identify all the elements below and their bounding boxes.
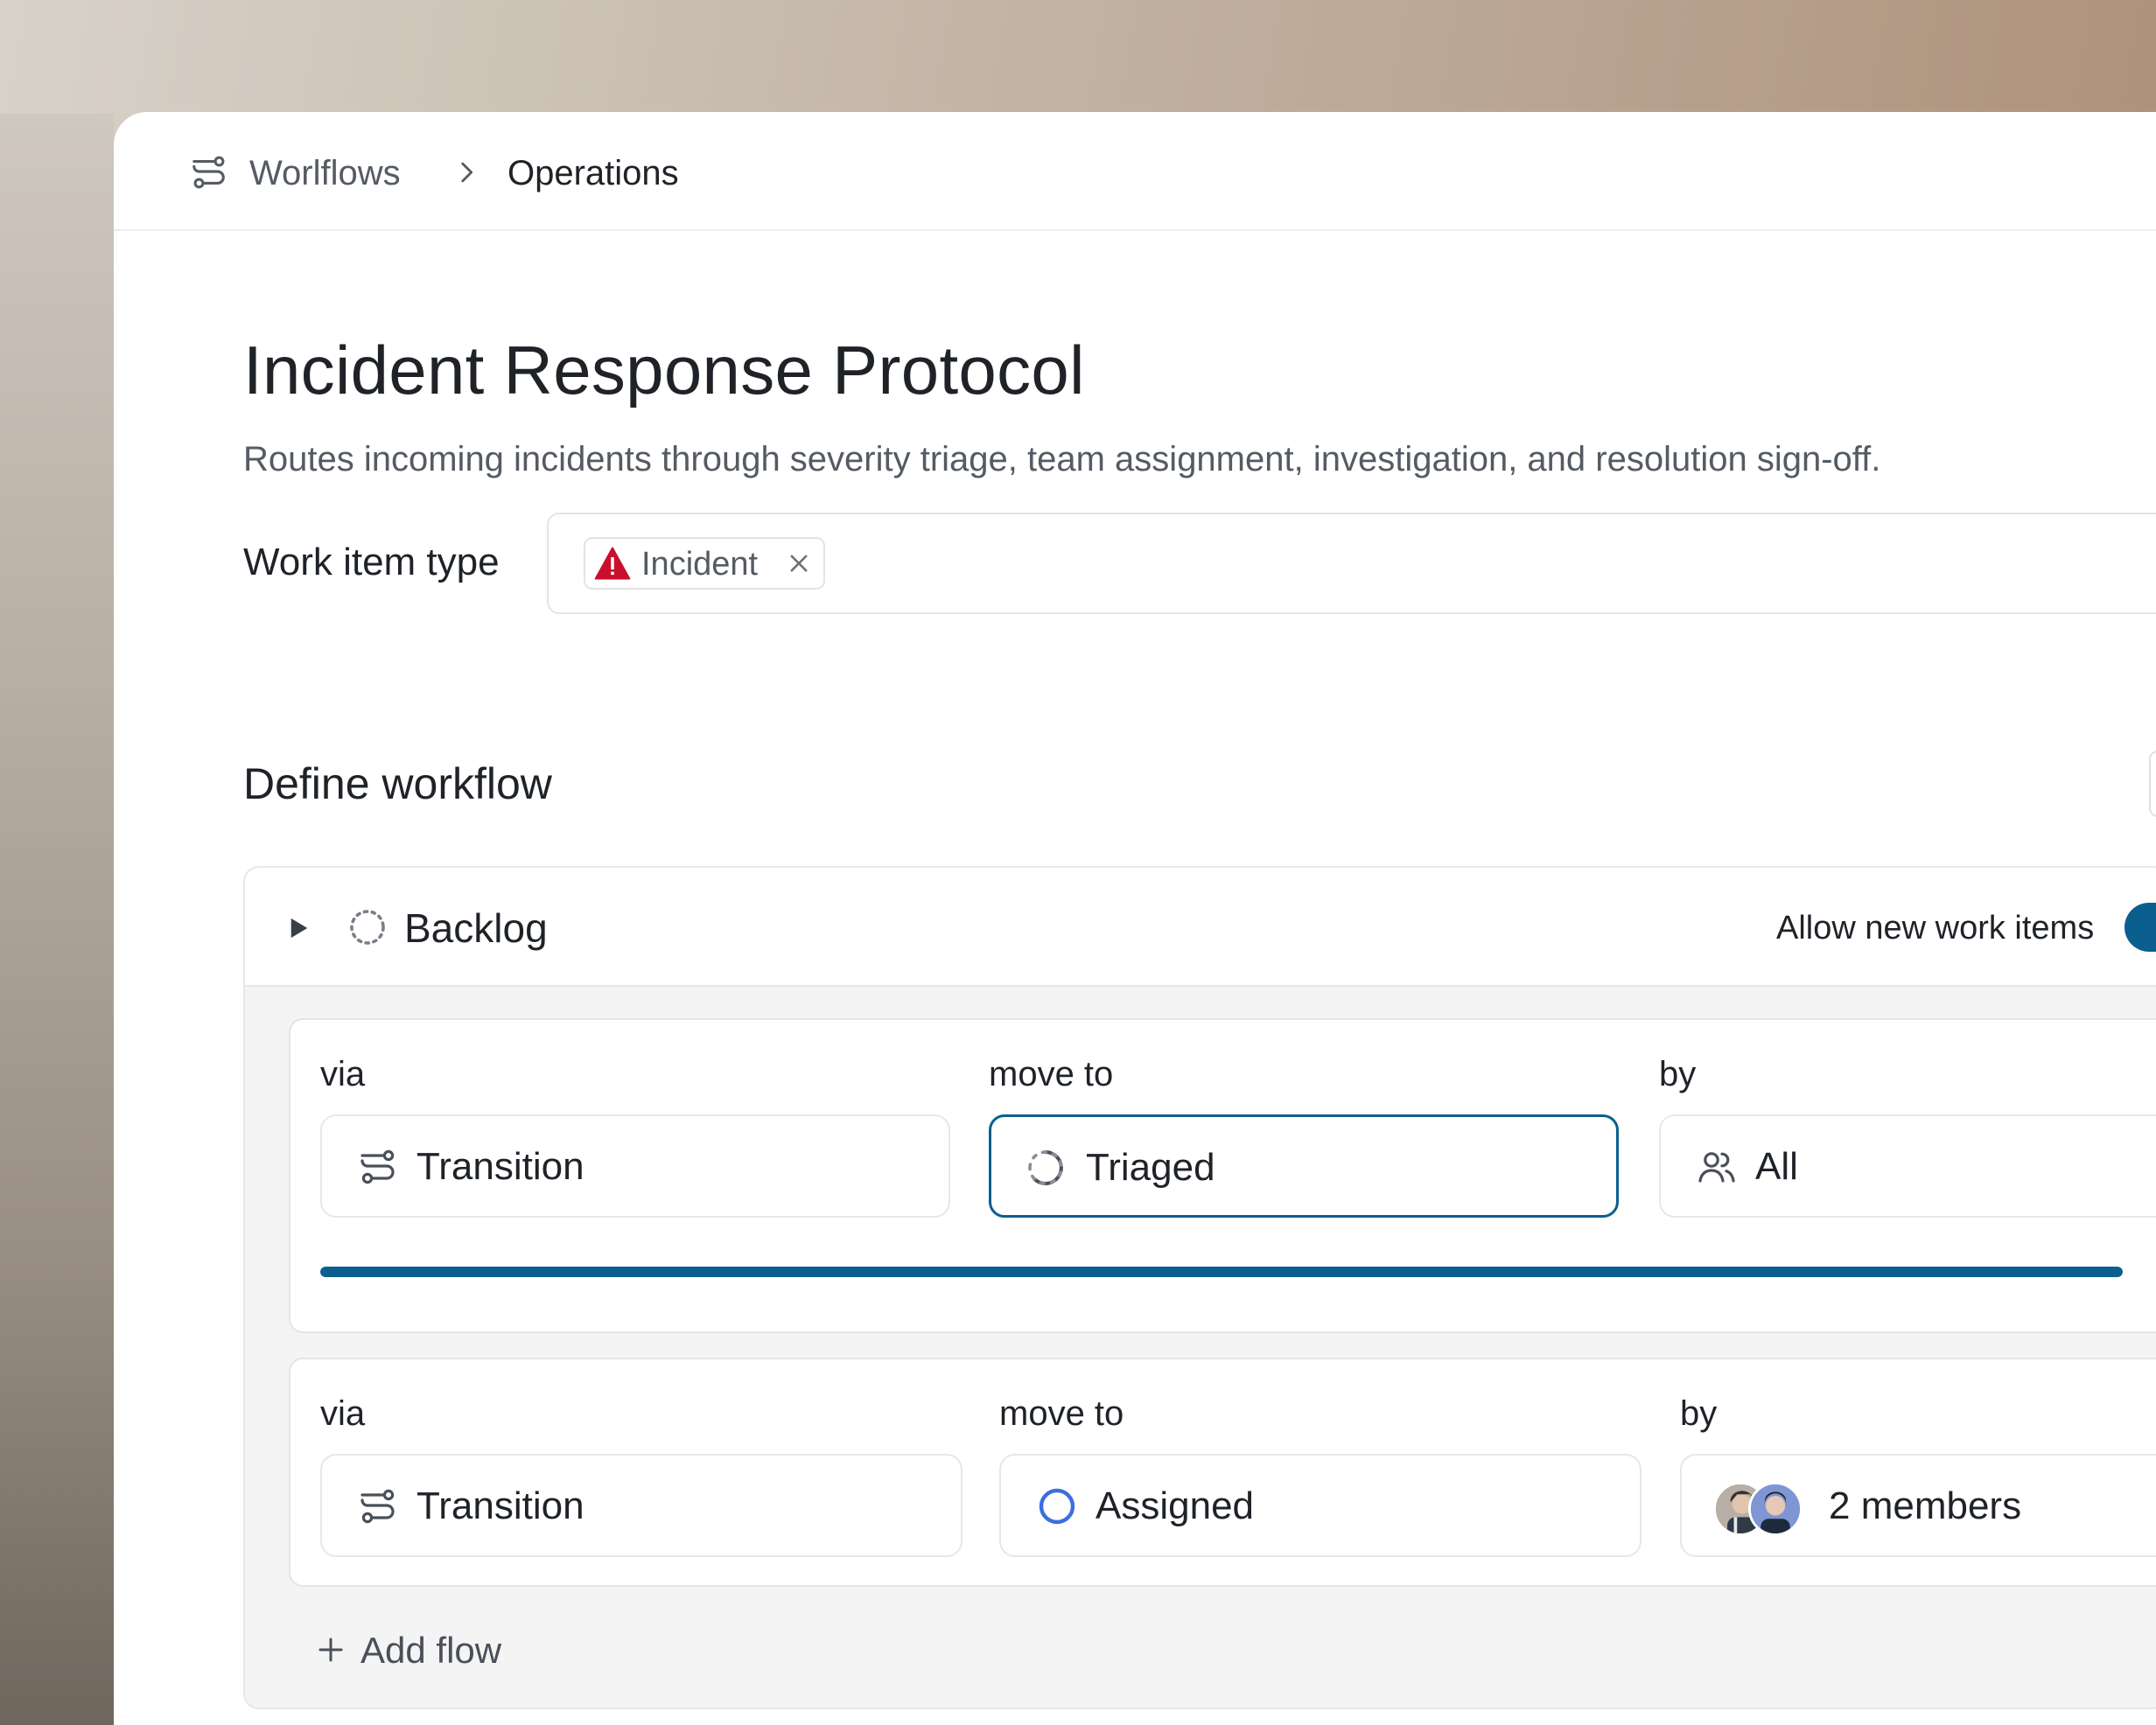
section-title: Define workflow (243, 759, 552, 808)
by-select[interactable]: 2 members (1680, 1454, 2156, 1557)
flow-card: via move to by Transition Assigned 2 mem… (289, 1358, 2156, 1587)
move-to-select[interactable]: Assigned (999, 1454, 1642, 1557)
backlog-dashed-circle-icon (350, 910, 385, 945)
chip-label: Incident (641, 546, 759, 583)
by-value: All (1755, 1145, 1798, 1188)
status-card: Backlog Allow new work items via move to… (243, 866, 2156, 1709)
header: Worlflows Operations (114, 112, 2156, 231)
avatar (1748, 1482, 1802, 1536)
via-select[interactable]: Transition (320, 1114, 950, 1218)
move-to-select[interactable]: Triaged (989, 1114, 1619, 1218)
breadcrumb-root[interactable]: Worlflows (249, 153, 401, 193)
by-select[interactable]: All (1659, 1114, 2156, 1218)
allow-new-items-label: Allow new work items (1776, 910, 2095, 946)
page-title: Incident Response Protocol (243, 332, 1085, 409)
by-value: 2 members (1829, 1484, 2022, 1527)
via-value: Transition (416, 1145, 584, 1188)
warning-triangle-icon (594, 547, 631, 580)
chevron-right-icon (461, 162, 473, 183)
status-header: Backlog Allow new work items (245, 868, 2156, 987)
by-label: by (1680, 1394, 1718, 1433)
via-select[interactable]: Transition (320, 1454, 962, 1557)
via-label: via (320, 1394, 366, 1433)
move-to-value: Triaged (1086, 1146, 1215, 1189)
transition-icon (360, 1489, 395, 1524)
allow-new-items-toggle[interactable] (2124, 903, 2156, 952)
flow-progress-bar (320, 1267, 2123, 1277)
move-to-label: move to (999, 1394, 1124, 1433)
via-label: via (320, 1055, 366, 1093)
move-to-value: Assigned (1096, 1484, 1255, 1527)
triaged-progress-icon (1028, 1150, 1063, 1185)
close-icon[interactable] (787, 551, 811, 576)
caret-right-icon[interactable] (289, 917, 310, 939)
add-flow-label: Add flow (360, 1630, 502, 1671)
by-label: by (1659, 1055, 1697, 1093)
workflow-icon (192, 156, 225, 189)
incident-chip[interactable]: Incident (584, 537, 825, 590)
flow-progress-fill (320, 1267, 2123, 1277)
plus-icon (318, 1638, 343, 1662)
page-description: Routes incoming incidents through severi… (243, 440, 1881, 478)
flow-card: via move to by Transition Triaged All (289, 1018, 2156, 1333)
users-icon (1698, 1152, 1735, 1183)
status-name: Backlog (404, 905, 548, 951)
breadcrumb-current[interactable]: Operations (508, 153, 679, 193)
assigned-circle-icon (1039, 1488, 1075, 1525)
work-item-type-label: Work item type (243, 541, 500, 583)
transition-icon (360, 1149, 395, 1184)
move-to-label: move to (989, 1055, 1114, 1093)
avatar-person-image (1751, 1484, 1800, 1533)
side-panel-handle[interactable] (2149, 751, 2156, 817)
work-item-type-field[interactable]: Incident (547, 513, 2156, 614)
add-flow-button[interactable]: Add flow (315, 1625, 542, 1678)
via-value: Transition (416, 1484, 584, 1527)
